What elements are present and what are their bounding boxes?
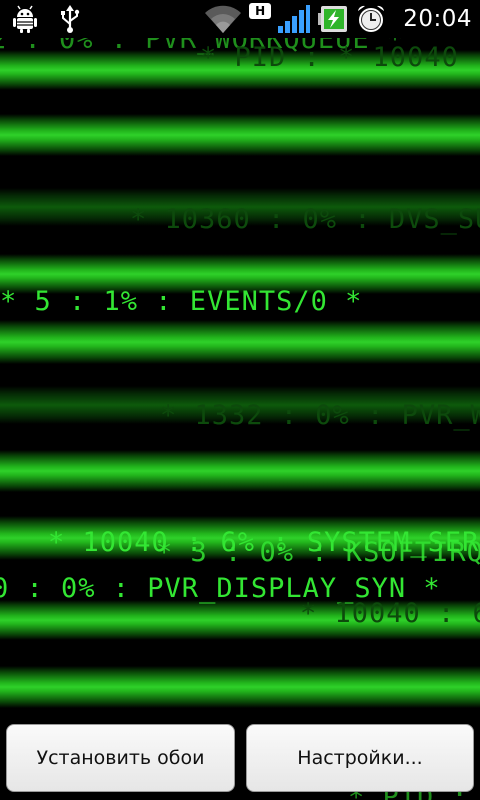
scanline-band: [0, 450, 480, 492]
process-line: * 10040 : 6: [300, 598, 480, 629]
network-type-badge: H: [249, 3, 272, 19]
status-bar: H 20:04: [0, 0, 480, 38]
battery-charging-icon: [317, 4, 349, 34]
status-bar-system: H 20:04: [203, 0, 480, 38]
wifi-icon: [203, 3, 243, 35]
process-line: * 5 : 1% : EVENTS/0 *: [0, 286, 363, 317]
signal-strength-icon: [277, 4, 311, 34]
status-bar-notifications: [0, 0, 82, 38]
usb-icon: [58, 4, 82, 34]
process-line: * 10360 : 0% : DVS_SU: [130, 204, 480, 235]
live-wallpaper-preview: 2 : 0% : PVR_WORKQUEUE * * PID : * 10040…: [0, 38, 480, 800]
android-debug-icon: [10, 4, 40, 34]
settings-button[interactable]: Настройки...: [246, 724, 474, 792]
scanline-band: [0, 320, 480, 364]
process-line: * 1332 : 0% : PVR_W: [160, 400, 480, 431]
alarm-clock-icon: [355, 3, 387, 35]
process-line: * PID : * 10040: [200, 42, 459, 73]
clock: 20:04: [403, 6, 472, 32]
process-line: * 3 : 0% : KSOFTIRQ: [156, 537, 480, 568]
scanline-band: [0, 666, 480, 708]
set-wallpaper-button[interactable]: Установить обои: [6, 724, 235, 792]
scanline-band: [0, 114, 480, 156]
